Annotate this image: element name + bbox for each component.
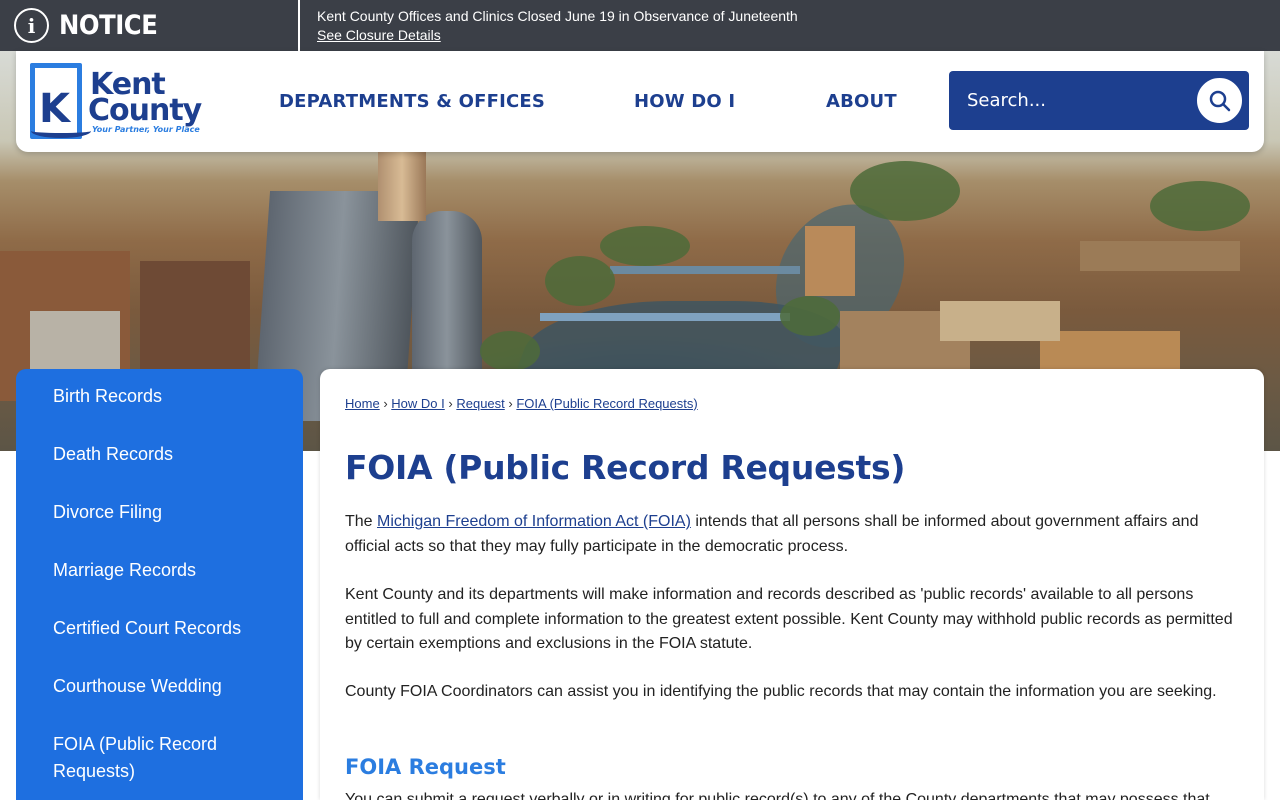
info-icon: i [14,8,49,43]
breadcrumb-request[interactable]: Request [456,396,504,411]
breadcrumb-foia[interactable]: FOIA (Public Record Requests) [516,396,697,411]
search-button[interactable] [1195,76,1244,125]
kent-county-logo[interactable]: K Kent County Your Partner, Your Place [30,63,220,143]
intro-paragraph: The Michigan Freedom of Information Act … [345,510,1245,559]
search-box [949,71,1249,130]
sidebar-item-marriage-records[interactable]: Marriage Records [53,557,293,584]
public-records-paragraph: Kent County and its departments will mak… [345,586,1233,653]
sidebar-item-foia[interactable]: FOIA (Public Record Requests) [53,731,253,785]
notice-bar: i NOTICE Kent County Offices and Clinics… [0,0,1280,51]
page-title: FOIA (Public Record Requests) [345,448,906,487]
breadcrumb-separator: › [448,396,453,411]
sidebar-item-divorce-filing[interactable]: Divorce Filing [53,499,293,526]
sidebar-item-courthouse-wedding[interactable]: Courthouse Wedding [53,673,293,700]
notice-message: Kent County Offices and Clinics Closed J… [317,7,798,45]
nav-about[interactable]: ABOUT [826,91,897,112]
nav-how-do-i[interactable]: HOW DO I [634,91,735,112]
breadcrumb-how-do-i[interactable]: How Do I [391,396,444,411]
breadcrumb-separator: › [383,396,388,411]
search-icon [1209,90,1230,111]
breadcrumb-separator: › [508,396,513,411]
notice-message-text: Kent County Offices and Clinics Closed J… [317,8,798,24]
coordinators-paragraph: County FOIA Coordinators can assist you … [345,683,1217,700]
notice-title: NOTICE [59,10,158,41]
michigan-foia-link[interactable]: Michigan Freedom of Information Act (FOI… [377,513,691,530]
nav-departments-offices[interactable]: DEPARTMENTS & OFFICES [279,91,545,112]
logo-mark: K [30,63,91,139]
closure-details-link[interactable]: See Closure Details [317,26,798,45]
main-content: Home › How Do I › Request › FOIA (Public… [320,369,1264,800]
foia-request-paragraph: You can submit a request verbally or in … [345,791,1210,800]
site-header: K Kent County Your Partner, Your Place D… [16,51,1264,152]
breadcrumb: Home › How Do I › Request › FOIA (Public… [345,396,698,411]
search-input[interactable] [967,85,1187,115]
sidebar-item-birth-records[interactable]: Birth Records [53,383,293,410]
intro-prefix: The [345,513,378,530]
breadcrumb-home[interactable]: Home [345,396,380,411]
foia-request-heading: FOIA Request [345,755,506,779]
logo-text-county: County [88,93,202,128]
sidebar-item-death-records[interactable]: Death Records [53,441,293,468]
notice-label: i NOTICE [0,0,300,51]
logo-tagline: Your Partner, Your Place [92,125,200,134]
sidebar-nav: Birth Records Death Records Divorce Fili… [16,369,303,800]
sidebar-item-certified-court-records[interactable]: Certified Court Records [53,615,293,642]
